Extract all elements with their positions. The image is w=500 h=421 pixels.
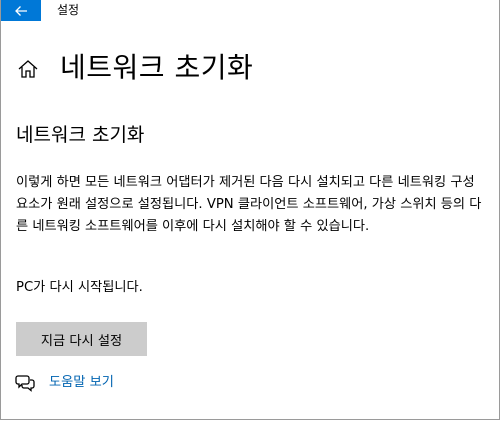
window-title: 설정 <box>57 3 80 17</box>
reset-description: 이렇게 하면 모든 네트워크 어댑터가 제거된 다음 다시 설치되고 다른 네트… <box>16 175 482 234</box>
back-button[interactable] <box>1 0 41 21</box>
get-help-row[interactable]: 도움말 보기 <box>15 372 114 394</box>
chat-bubbles-icon <box>15 373 35 393</box>
back-arrow-icon <box>14 5 28 17</box>
section-title: 네트워크 초기화 <box>16 124 145 146</box>
settings-window: 설정 네트워크 초기화 네트워크 초기화 이렇게 하면 모든 네트워크 어댑터가… <box>0 0 500 420</box>
page-header: 네트워크 초기화 <box>15 48 253 88</box>
home-icon[interactable] <box>15 56 41 82</box>
reset-now-button[interactable]: 지금 다시 설정 <box>16 322 147 356</box>
restart-note: PC가 다시 시작됩니다. <box>16 280 143 295</box>
page-title: 네트워크 초기화 <box>60 51 254 84</box>
get-help-link[interactable]: 도움말 보기 <box>49 373 114 393</box>
title-bar: 설정 <box>1 0 499 21</box>
